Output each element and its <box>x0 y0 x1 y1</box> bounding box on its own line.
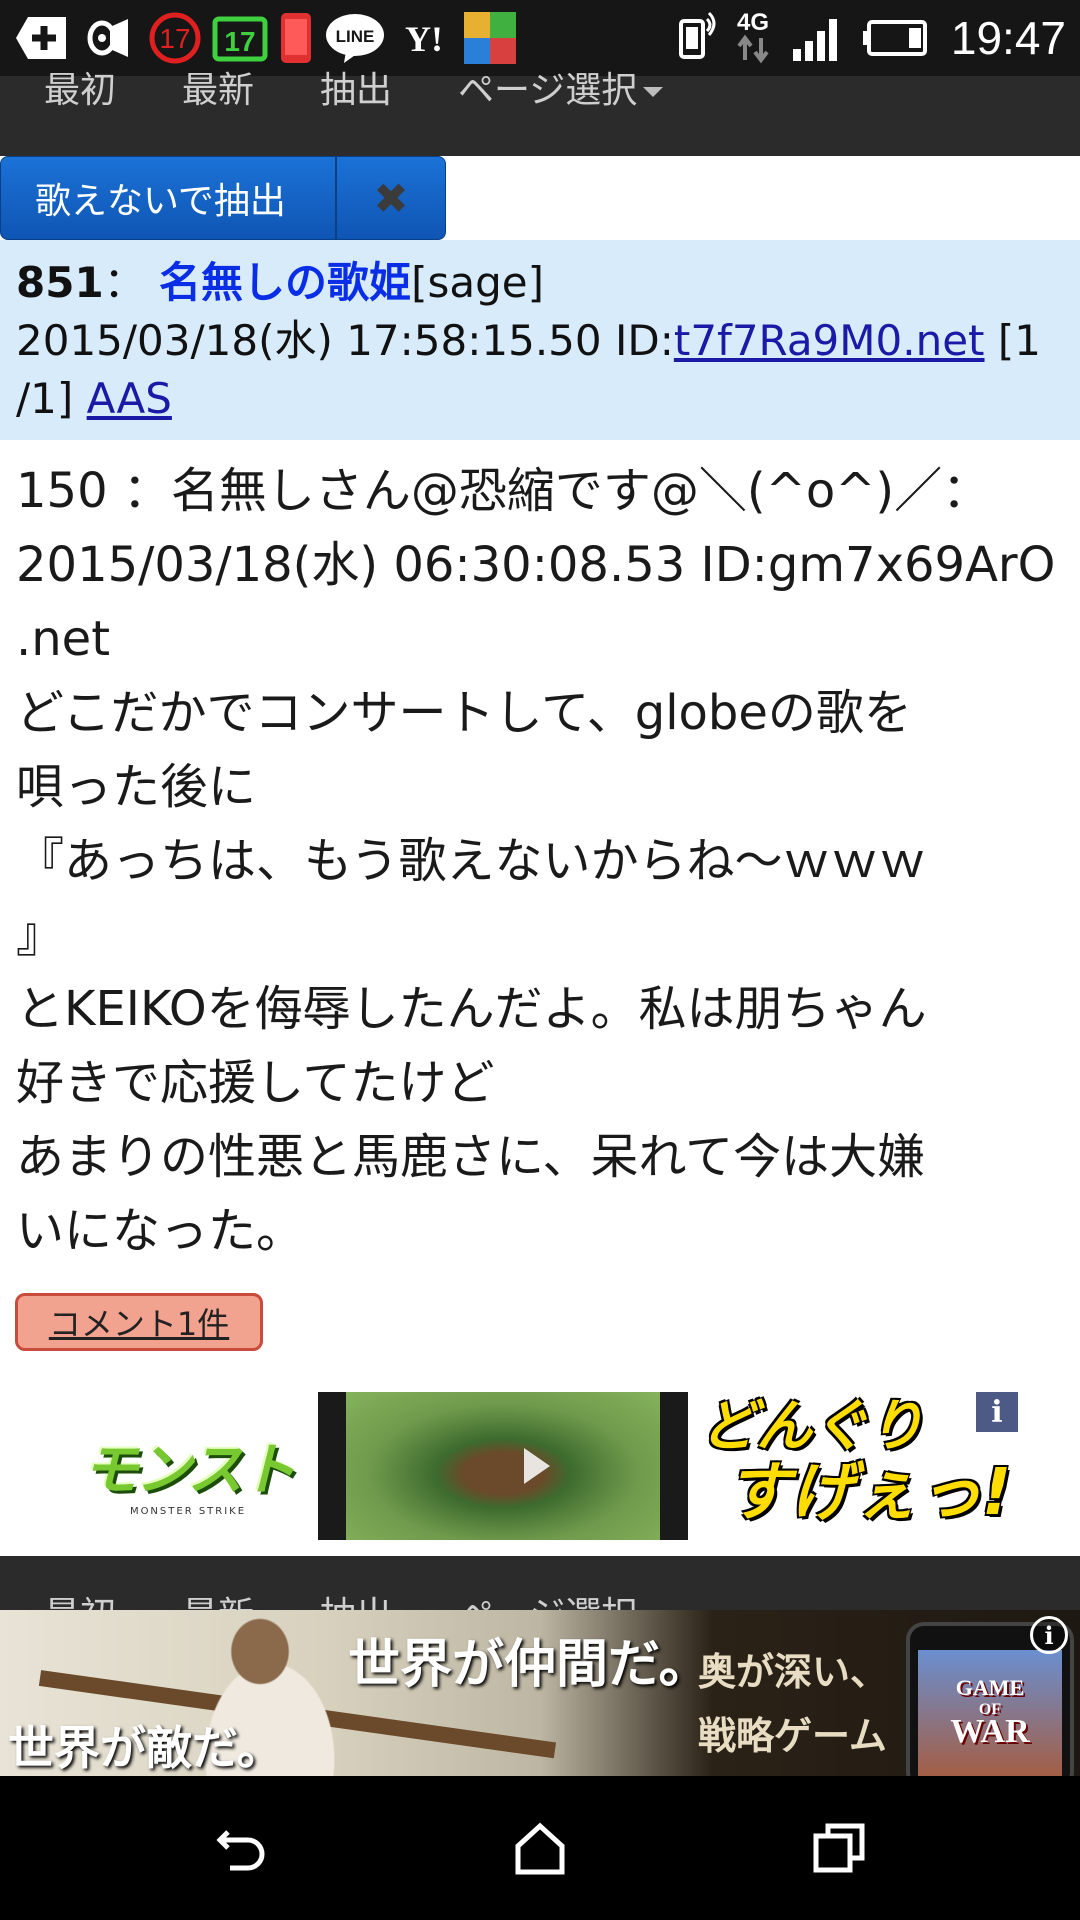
post-header-line2: 2015/03/18(水) 17:58:15.50 ID:t7f7Ra9M0.n… <box>16 312 1064 370</box>
yahoo-icon: Y! <box>396 11 452 65</box>
post-header: 851： 名無しの歌姫[sage] 2015/03/18(水) 17:58:15… <box>0 240 1080 440</box>
ad2-text-right-2: 戦略ゲーム <box>698 1713 887 1758</box>
add-icon <box>14 11 70 65</box>
bottom-navbar: 最初 最新 抽出 ページ選択 <box>0 1556 1080 1610</box>
line-icon: LINE <box>324 11 386 65</box>
ad-info-icon[interactable]: i <box>976 1392 1018 1432</box>
calendar-17-icon: 17 <box>212 11 268 65</box>
body-line: 唄った後に <box>16 759 257 815</box>
post-mail: [sage] <box>411 258 544 307</box>
nav-extract-bottom[interactable]: 抽出 <box>320 1586 392 1610</box>
filter-label[interactable]: 歌えないで抽出 <box>1 157 337 239</box>
system-icons: 4G 19:47 <box>673 0 1066 76</box>
body-line: いになった。 <box>16 1203 305 1259</box>
nav-page-select-label: ページ選択 <box>458 70 638 111</box>
nav-first[interactable]: 最初 <box>44 73 116 109</box>
body-line: どこだかでコンサートして、globeの歌を <box>16 685 912 741</box>
post-id-link[interactable]: t7f7Ra9M0.net <box>674 316 985 365</box>
status-bar: 17 17 LINE Y! 4G 19:47 <box>0 0 1080 76</box>
body-line: とKEIKOを侮辱したんだよ。私は朋ちゃん <box>16 981 927 1037</box>
post-author-name[interactable]: 名無しの歌姫 <box>159 258 411 307</box>
body-line: 好きで応援してたけど <box>16 1055 495 1111</box>
vibrate-icon <box>678 11 716 59</box>
chevron-down-icon <box>643 87 664 97</box>
post-separator: ： <box>103 258 146 307</box>
body-line: 2015/03/18(水) 06:30:08.53 ID:gm7x69ArO <box>16 537 1056 593</box>
recent-apps-icon[interactable] <box>810 1818 870 1878</box>
android-nav-bar <box>0 1776 1080 1920</box>
ad-slogan-line2: すげぇっ! <box>726 1456 1012 1530</box>
comment-button[interactable]: コメント1件 <box>15 1293 263 1351</box>
app-icon <box>462 11 518 65</box>
body-line: .net <box>16 611 111 667</box>
nav-page-select[interactable]: ページ選択 <box>458 73 664 109</box>
body-line: 150 ：名無しさん@恐縮です@＼(^o^)／： <box>16 463 991 519</box>
ad2-text-right: 奥が深い、 戦略ゲーム <box>698 1640 898 1768</box>
ad-slogan: どんぐり すげぇっ! <box>696 1394 1016 1540</box>
phone-icon <box>278 11 314 65</box>
notification-icons: 17 17 LINE Y! <box>14 8 518 68</box>
battery-icon <box>862 20 927 56</box>
clock: 19:47 <box>950 12 1066 64</box>
post-date: 2015/03/18(水) 17:58:15.50 ID: <box>16 316 674 365</box>
ad-slogan-line1: どんぐり <box>700 1394 924 1459</box>
post-body: 150 ：名無しさん@恐縮です@＼(^o^)／： 2015/03/18(水) 0… <box>16 454 1066 1268</box>
calendar-17-text: 17 <box>224 26 255 57</box>
body-line: 』 <box>16 907 65 963</box>
ad2-text-bottom: 世界が敵だ。 <box>8 1721 283 1775</box>
post-header-line1: 851： 名無しの歌姫[sage] <box>16 254 1064 312</box>
close-icon[interactable]: ✖ <box>337 157 445 239</box>
network-label: 4G <box>737 9 769 36</box>
ad-logo: モンスト MONSTER STRIKE <box>70 1426 306 1517</box>
nav-first-bottom[interactable]: 最初 <box>44 1586 116 1610</box>
nav-latest[interactable]: 最新 <box>182 73 254 109</box>
post-number: 851 <box>16 258 104 307</box>
ad2-info-icon[interactable]: i <box>1030 1616 1068 1654</box>
ad-video-frame <box>346 1392 660 1540</box>
body-line: 『あっちは、もう歌えないからね～ｗｗｗ <box>16 833 927 889</box>
ad2-game-line1: GAME <box>955 1675 1025 1700</box>
line-icon-text: LINE <box>336 27 375 46</box>
speaker-icon <box>80 11 138 65</box>
play-icon[interactable] <box>524 1448 550 1484</box>
badge-17-icon: 17 <box>148 11 202 65</box>
signal-icon <box>792 19 837 61</box>
badge-17-text: 17 <box>159 23 190 54</box>
aas-link[interactable]: AAS <box>87 374 172 423</box>
nav-extract[interactable]: 抽出 <box>320 73 392 109</box>
ad-logo-text: モンスト <box>82 1438 297 1503</box>
ad-banner-game-of-war[interactable]: 世界が仲間だ。 世界が敵だ。 奥が深い、 戦略ゲーム GAME OF WAR i <box>0 1610 1080 1776</box>
nav-page-select-bottom[interactable]: ページ選択 <box>458 1586 637 1610</box>
network-4g-icon: 4G <box>737 9 769 64</box>
filter-chip: 歌えないで抽出 ✖ <box>0 156 446 240</box>
post-count-2: /1] <box>16 374 74 423</box>
ad2-game-logo: GAME OF WAR <box>910 1674 1070 1750</box>
nav-latest-bottom[interactable]: 最新 <box>182 1586 254 1610</box>
post-count-1: [1 <box>984 316 1041 365</box>
ad2-text-right-1: 奥が深い、 <box>698 1649 889 1694</box>
ad2-game-line3: WAR <box>950 1713 1030 1750</box>
home-icon[interactable] <box>510 1818 570 1878</box>
ad-banner-monster-strike[interactable]: モンスト MONSTER STRIKE どんぐり すげぇっ! i <box>0 1390 1080 1540</box>
post-header-line3: /1] AAS <box>16 370 1064 428</box>
ad-logo-subtext: MONSTER STRIKE <box>129 1506 247 1517</box>
body-line: あまりの性悪と馬鹿さに、呆れて今は大嫌 <box>16 1129 926 1185</box>
ad2-text-top: 世界が仲間だ。 <box>348 1634 711 1695</box>
ad-video[interactable] <box>318 1392 688 1540</box>
top-navbar: 最初 最新 抽出 ページ選択 <box>0 73 1080 156</box>
back-icon[interactable] <box>212 1818 272 1878</box>
yahoo-icon-text: Y! <box>405 19 443 59</box>
